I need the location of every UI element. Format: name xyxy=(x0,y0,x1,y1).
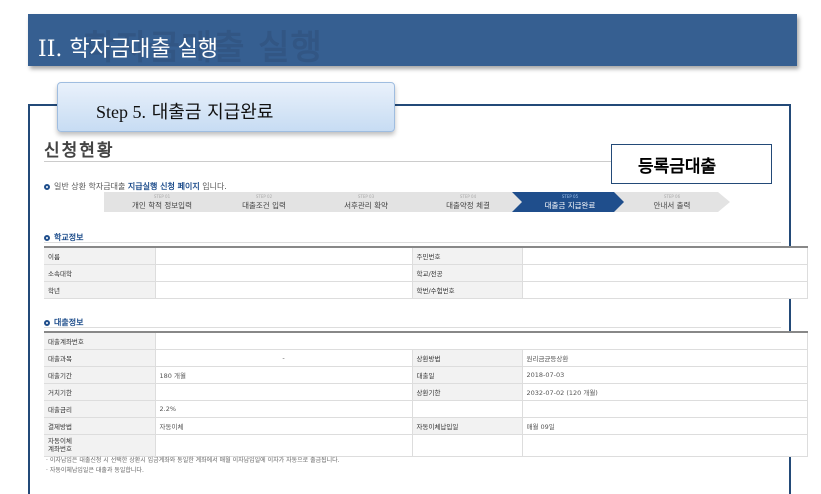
notice-suffix: 입니다. xyxy=(199,182,227,191)
step-label: 안내서 출력 xyxy=(653,201,691,210)
section-divider xyxy=(44,242,781,243)
field-label: 대출계좌번호 xyxy=(44,332,156,350)
field-label: 학년 xyxy=(44,281,156,299)
step-1: STEP 01 개인 학적 정보입력 xyxy=(104,192,220,212)
field-label: 대출일 xyxy=(412,366,523,384)
field-label: 상환기한 xyxy=(412,383,523,401)
step-3: STEP 03 서후관리 확약 xyxy=(308,192,424,212)
step-label: 서후관리 확약 xyxy=(344,201,388,210)
field-value xyxy=(522,247,808,265)
field-label: 이름 xyxy=(44,247,156,265)
field-value: 원리금균등상환 xyxy=(522,349,808,367)
bullet-icon xyxy=(44,184,50,190)
table-row: 학년 학번/수험번호 xyxy=(44,281,808,299)
table-row: 소속대학 학교/전공 xyxy=(44,264,808,282)
step-callout-text: Step 5. 대출금 지급완료 xyxy=(96,98,273,124)
field-value: 180 개월 xyxy=(155,366,413,384)
table-row: 결제방법 자동이체 자동이체납입일 매월 09일 xyxy=(44,417,808,435)
school-section-label: 학교정보 xyxy=(54,233,84,242)
table-row: 대출과목 - 상환방법 원리금균등상환 xyxy=(44,349,808,367)
loan-info-table: 대출계좌번호 대출과목 - 상환방법 원리금균등상환 대출기간 180 개월 대… xyxy=(44,331,808,457)
field-value xyxy=(155,383,413,401)
slide-title-bar: 학자금대출 실행 II. 학자금대출 실행 xyxy=(28,14,797,68)
field-label: 자동이체 계좌번호 xyxy=(44,434,156,457)
step-callout: Step 5. 대출금 지급완료 xyxy=(57,82,395,132)
field-value xyxy=(522,400,808,418)
empty-cell xyxy=(522,434,808,457)
field-value: 2032-07-02 (120 개월) xyxy=(522,383,808,401)
table-row: 이름 주민번호 xyxy=(44,247,808,265)
step-number: STEP 06 xyxy=(663,194,681,199)
loan-type-label: 등록금대출 xyxy=(611,144,772,184)
field-label: 거치기한 xyxy=(44,383,156,401)
field-label: 상환방법 xyxy=(412,349,523,367)
table-row: 대출기간 180 개월 대출일 2018-07-03 xyxy=(44,366,808,384)
field-label: 대출금리 xyxy=(44,400,156,418)
step-4: STEP 04 대출약정 체결 xyxy=(410,192,526,212)
field-label-line: 계좌번호 xyxy=(48,445,72,453)
step-label: 대출조건 입력 xyxy=(242,201,286,210)
field-label: 소속대학 xyxy=(44,264,156,282)
field-value xyxy=(522,264,808,282)
table-row: 대출금리 2.2% xyxy=(44,400,808,418)
field-value xyxy=(155,264,413,282)
table-row: 대출계좌번호 xyxy=(44,332,808,350)
step-5-active: STEP 05 대출금 지급완료 xyxy=(512,192,628,212)
slide-title-label: 학자금대출 실행 xyxy=(69,37,219,62)
step-number: STEP 01 xyxy=(153,194,171,199)
field-label: 자동이체납입일 xyxy=(412,417,523,435)
field-value: 2018-07-03 xyxy=(522,366,808,384)
notice-highlight: 지급실행 신청 페이지 xyxy=(127,182,200,191)
table-row: 자동이체 계좌번호 xyxy=(44,434,808,457)
bullet-icon xyxy=(44,320,50,326)
field-label: 대출기간 xyxy=(44,366,156,384)
footnote-1: · 이자납입은 대출신청 시 선택한 상환시 입금계좌와 동일한 계좌에서 매월… xyxy=(46,457,340,464)
slide-title: II. 학자금대출 실행 xyxy=(38,31,218,63)
step-number: STEP 03 xyxy=(357,194,375,199)
step-2: STEP 02 대출조건 입력 xyxy=(206,192,322,212)
field-value: - xyxy=(155,349,413,367)
step-number: STEP 05 xyxy=(561,194,579,199)
field-value xyxy=(522,281,808,299)
field-value: 2.2% xyxy=(155,400,413,418)
field-value: 매월 09일 xyxy=(522,417,808,435)
step-6: STEP 06 안내서 출력 xyxy=(614,192,730,212)
empty-cell xyxy=(412,434,523,457)
field-value xyxy=(155,332,808,350)
step-label: 개인 학적 정보입력 xyxy=(132,201,192,210)
step-number: STEP 02 xyxy=(255,194,273,199)
field-label: 대출과목 xyxy=(44,349,156,367)
step-number: STEP 04 xyxy=(459,194,477,199)
bullet-icon xyxy=(44,235,50,241)
page-notice: 일반 상환 학자금대출 지급실행 신청 페이지 입니다. xyxy=(44,181,227,192)
notice-prefix: 일반 상환 학자금대출 xyxy=(54,182,128,191)
step-callout-number: Step 5. xyxy=(96,102,147,122)
slide-title-number: II. xyxy=(38,37,63,62)
field-label: 결제방법 xyxy=(44,417,156,435)
field-label-line: 자동이체 xyxy=(48,437,72,445)
field-value xyxy=(155,247,413,265)
step-label: 대출약정 체결 xyxy=(446,201,490,210)
field-value: 자동이체 xyxy=(155,417,413,435)
loan-type-text: 등록금대출 xyxy=(638,157,717,177)
loan-section-label: 대출정보 xyxy=(54,318,84,327)
table-row: 거치기한 상환기한 2032-07-02 (120 개월) xyxy=(44,383,808,401)
step-callout-label: 대출금 지급완료 xyxy=(151,102,274,123)
page-title: 신청현황 xyxy=(44,141,115,161)
school-info-table: 이름 주민번호 소속대학 학교/전공 학년 학번/수험번호 xyxy=(44,246,808,299)
field-label: 주민번호 xyxy=(412,247,523,265)
field-value xyxy=(155,434,413,457)
field-value xyxy=(155,281,413,299)
field-label xyxy=(412,400,523,418)
footnote-2: · 자동이체납입일은 대출과 동일합니다. xyxy=(46,467,144,474)
step-label: 대출금 지급완료 xyxy=(544,201,596,210)
field-label: 학번/수험번호 xyxy=(412,281,523,299)
section-divider xyxy=(44,327,781,328)
field-label: 학교/전공 xyxy=(412,264,523,282)
